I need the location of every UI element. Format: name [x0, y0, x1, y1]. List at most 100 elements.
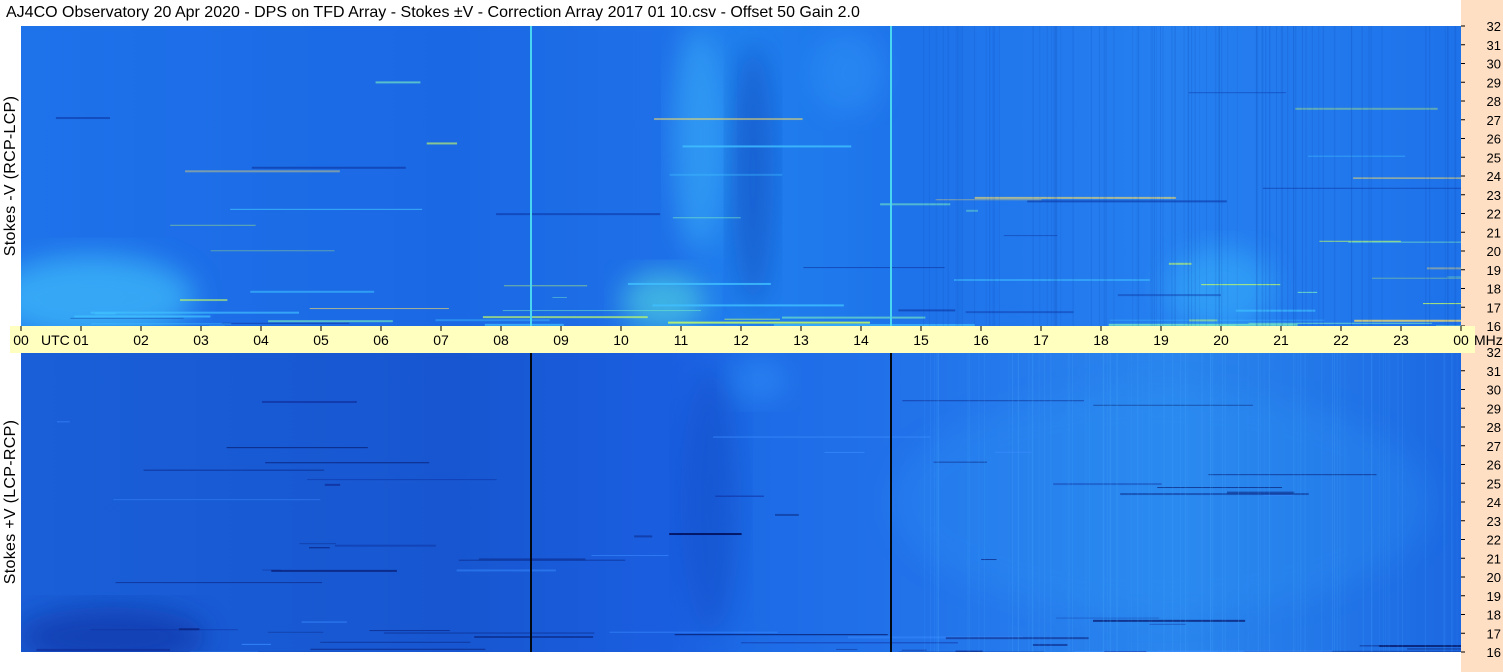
rfi-streak [902, 400, 1084, 402]
vertical-striation [1397, 352, 1399, 652]
vertical-striation [1085, 352, 1087, 652]
vertical-striation [1443, 352, 1445, 652]
vertical-striation [1174, 26, 1176, 326]
rfi-streak [724, 318, 780, 320]
rfi-streak [458, 559, 626, 561]
vertical-striation [1102, 352, 1104, 652]
vertical-striation [1141, 352, 1143, 652]
vertical-striation [1171, 26, 1173, 326]
vertical-striation [1067, 352, 1069, 652]
vertical-striation [1039, 26, 1041, 326]
rfi-streak [74, 315, 211, 318]
rfi-streak [1201, 284, 1281, 286]
rfi-streak [552, 296, 567, 298]
vertical-striation [1401, 352, 1403, 652]
vertical-striation [1201, 352, 1203, 652]
rfi-streak [456, 569, 556, 572]
rfi-streak [1189, 319, 1218, 322]
frequency-tick-label: 20 [1487, 244, 1501, 259]
vertical-striation [1293, 26, 1295, 326]
frequency-tick-label: 21 [1487, 225, 1501, 240]
emission-region [681, 370, 741, 634]
rfi-streak [994, 451, 1032, 453]
rfi-streak [609, 631, 778, 633]
vertical-striation [1060, 26, 1062, 326]
vertical-striation [1388, 352, 1390, 652]
vertical-striation [1382, 352, 1384, 652]
vertical-striation [1109, 352, 1111, 652]
vertical-striation [1368, 26, 1370, 326]
vertical-striation [1451, 352, 1453, 652]
frequency-tick-label: 30 [1487, 383, 1501, 398]
frequency-tick-label: 23 [1487, 514, 1501, 529]
time-axis-svg: 00 01 02 03 04 05 06 07 08 09 10 11 12 13 14 15 16 17 18 19… [13, 326, 1503, 348]
vertical-striation [1221, 26, 1223, 326]
vertical-striation [1218, 26, 1220, 326]
emission-region [729, 357, 789, 403]
rfi-streak [241, 643, 272, 645]
frequency-tick-label: 25 [1487, 476, 1501, 491]
frequency-tick-label: 24 [1487, 495, 1501, 510]
vertical-striation [1117, 352, 1119, 652]
rfi-streak [669, 173, 783, 176]
rfi-streak [301, 621, 347, 623]
time-tick-label: 07 [433, 332, 449, 348]
rfi-streak [1359, 645, 1425, 647]
rfi-streak [1297, 291, 1318, 293]
bottom-spectrogram-panel [21, 352, 1461, 652]
rfi-streak [1157, 487, 1283, 489]
vertical-striation [969, 352, 971, 652]
time-tick-label: 18 [1093, 332, 1109, 348]
rfi-streak [435, 319, 550, 322]
vertical-striation [1301, 26, 1303, 326]
vertical-striation [1321, 352, 1323, 652]
bottom-frequency-axis-svg: 1617181920212223242526272829303132 [1461, 345, 1501, 660]
rfi-streak [496, 213, 661, 216]
vertical-striation [1008, 352, 1010, 652]
vertical-striation [1212, 352, 1214, 652]
bottom-spectrogram [21, 352, 1461, 652]
top-panel-y-label-text: Stokes -V (RCP-LCP) [2, 95, 19, 257]
rfi-streak [307, 479, 497, 481]
rfi-streak [1003, 235, 1058, 237]
vertical-striation [929, 352, 931, 652]
vertical-striation [928, 26, 930, 326]
rfi-streak [741, 642, 958, 644]
rfi-streak [1235, 309, 1316, 312]
rfi-streak [113, 499, 321, 501]
rfi-streak [55, 117, 110, 120]
top-spectrogram-panel [21, 26, 1461, 326]
rfi-streak [271, 569, 397, 572]
vertical-striation [1351, 26, 1353, 326]
bottom-panel-y-label-text: Stokes +V (LCP-RCP) [2, 419, 20, 585]
rfi-streak [713, 436, 931, 438]
frequency-tick-label: 29 [1487, 401, 1501, 416]
vertical-striation [935, 26, 937, 326]
vertical-striation [1454, 26, 1456, 326]
time-tick-label: 06 [373, 332, 389, 348]
time-tick-label: 17 [1033, 332, 1049, 348]
time-axis: 00 01 02 03 04 05 06 07 08 09 10 11 12 13 14 15 16 17 18 19… [10, 326, 1503, 353]
vertical-striation [992, 26, 994, 326]
rfi-streak [267, 631, 324, 633]
vertical-striation [1164, 352, 1166, 652]
rfi-streak [966, 209, 978, 212]
vertical-striation [924, 352, 926, 652]
rfi-streak [715, 495, 764, 497]
vertical-striation [961, 26, 963, 326]
rfi-streak [1208, 474, 1377, 476]
time-tick-label: 19 [1153, 332, 1169, 348]
vertical-striation [1282, 26, 1284, 326]
vertical-striation [1162, 26, 1164, 326]
vertical-striation [1210, 352, 1212, 652]
vertical-striation [1053, 26, 1055, 326]
vertical-striation [1318, 26, 1320, 326]
rfi-streak [36, 648, 171, 651]
frequency-tick-label: 26 [1487, 458, 1501, 473]
time-tick-label: 04 [253, 332, 269, 348]
rfi-streak [1263, 494, 1293, 496]
time-tick-label: 09 [553, 332, 569, 348]
vertical-striation [1113, 26, 1115, 326]
time-tick-label: 12 [733, 332, 749, 348]
rfi-streak [591, 554, 669, 556]
